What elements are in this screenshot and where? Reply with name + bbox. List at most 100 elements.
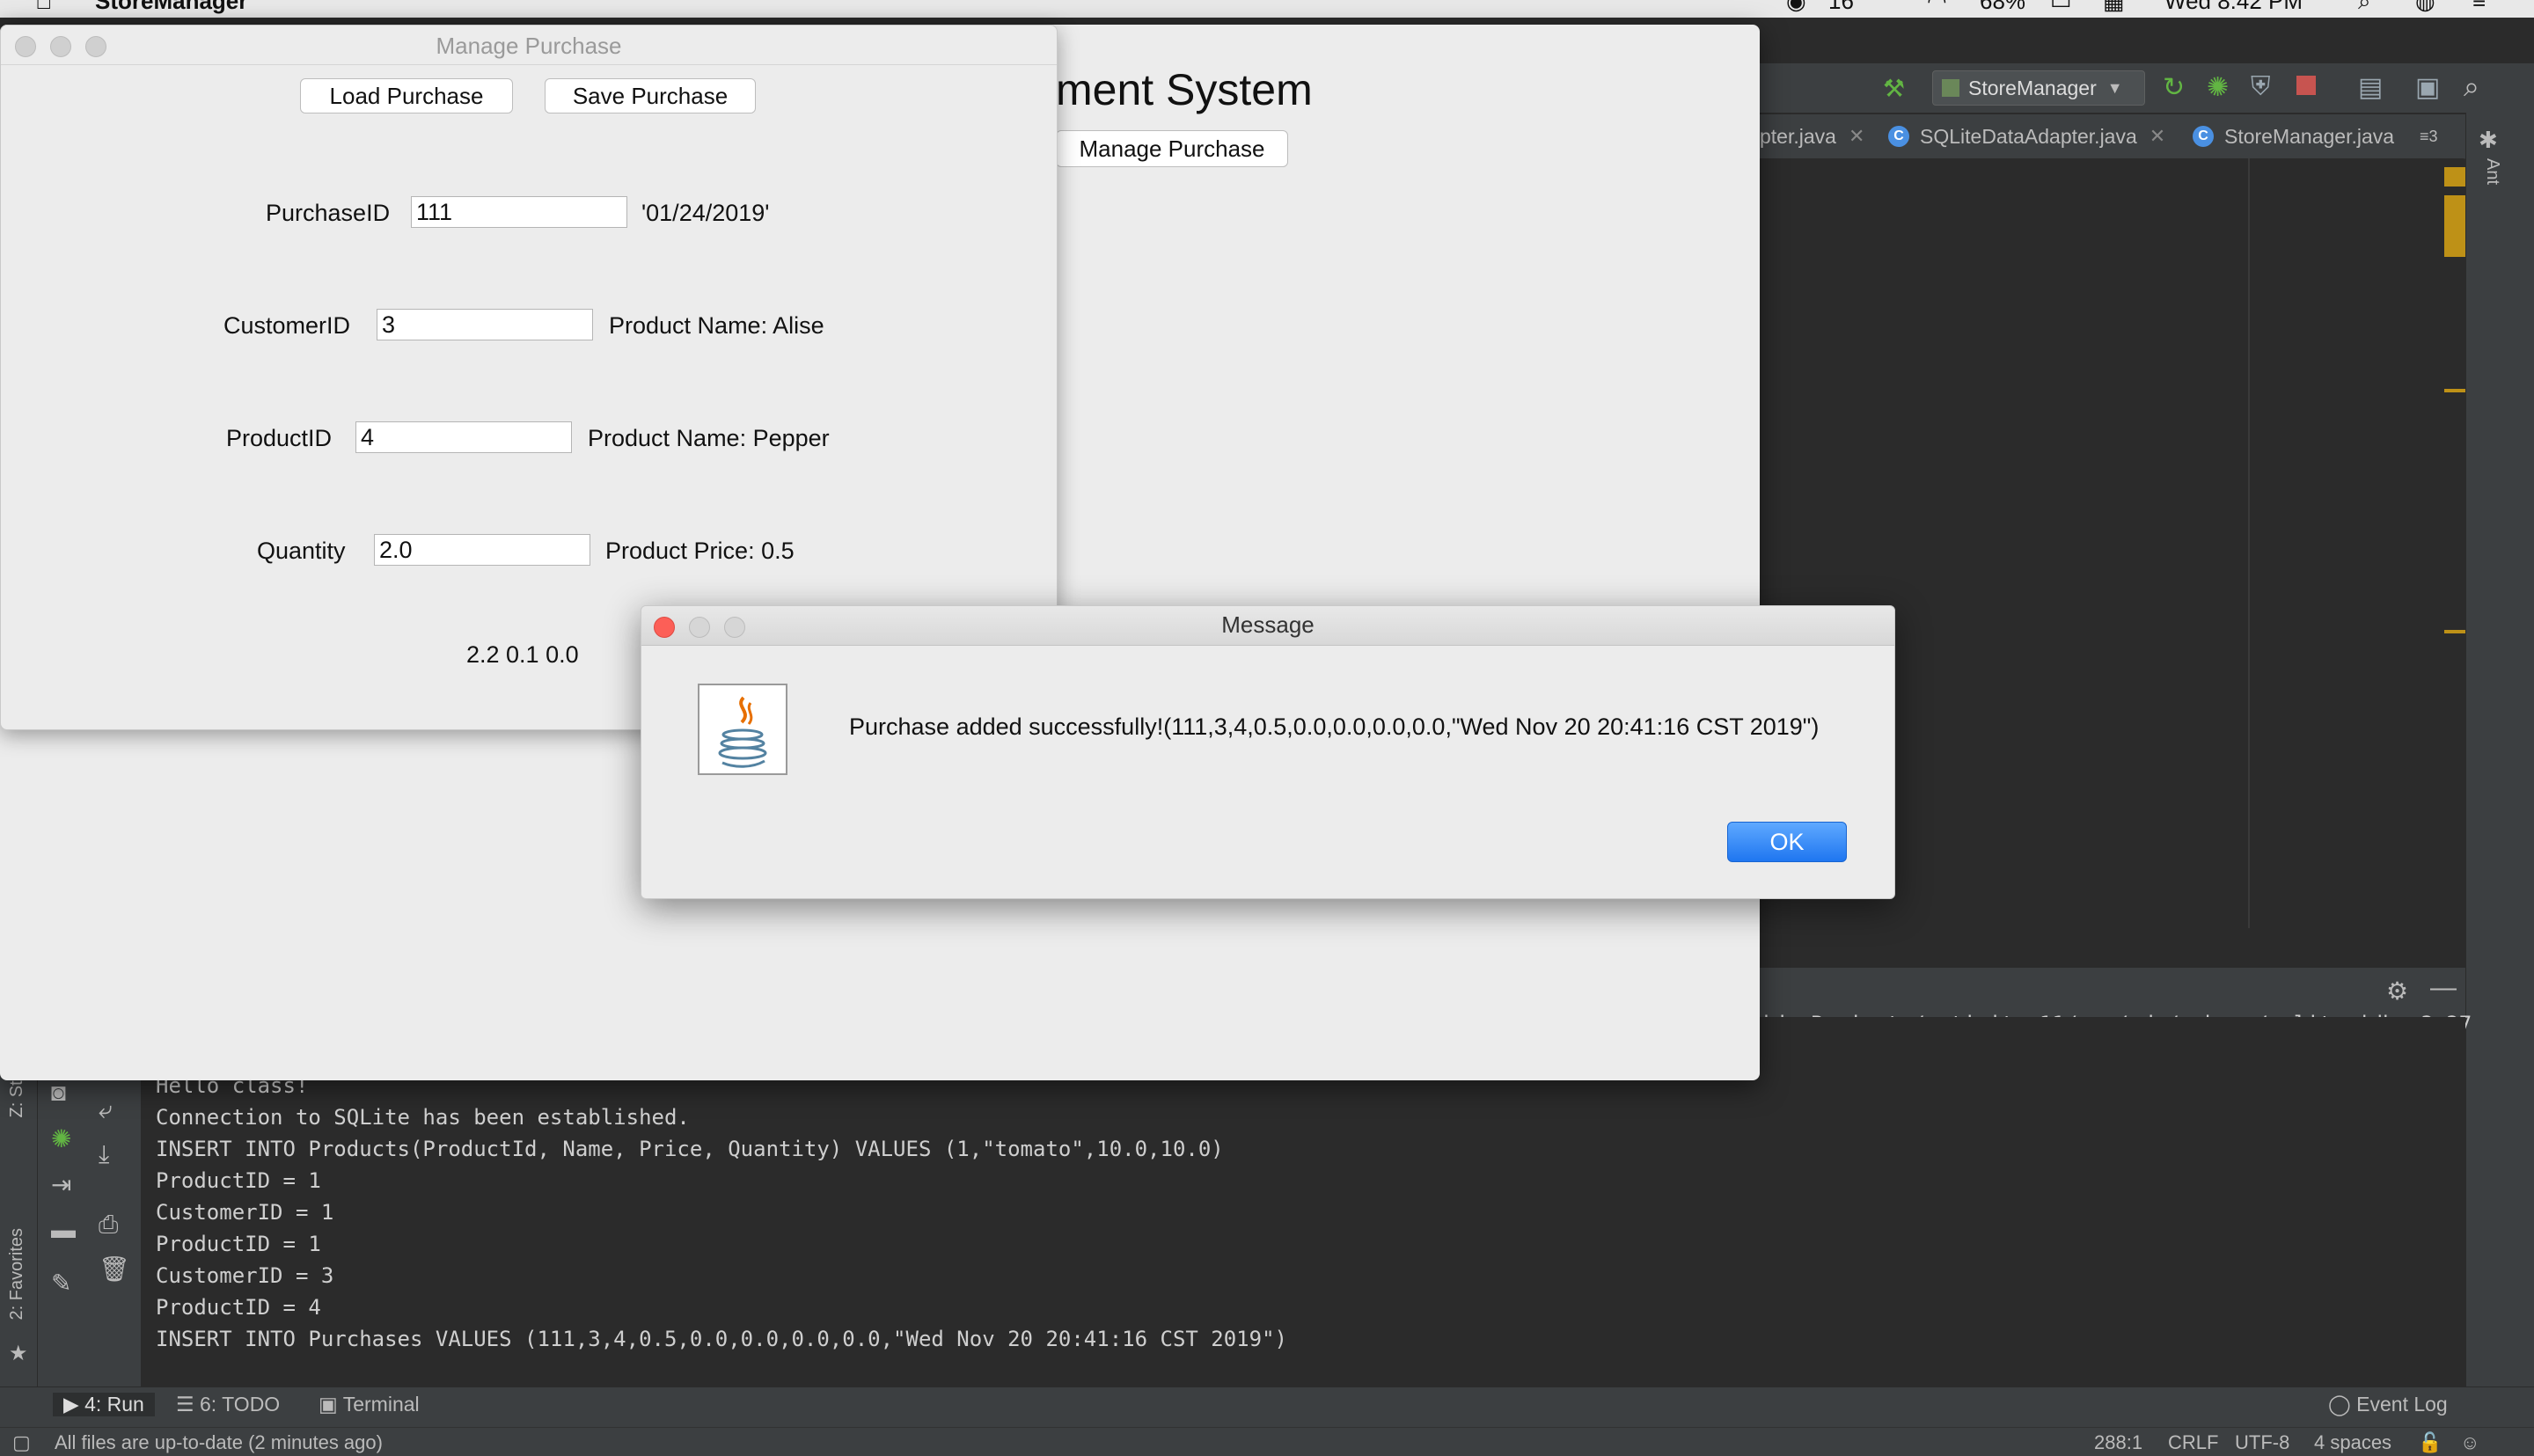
- customer-id-field[interactable]: 3: [377, 309, 593, 340]
- message-dialog-titlebar[interactable]: Message: [641, 606, 1894, 646]
- tab-terminal-label: Terminal: [342, 1393, 420, 1416]
- close-icon[interactable]: ✕: [2150, 125, 2165, 148]
- wechat-count: 16: [1828, 0, 1854, 14]
- speech-bubble-icon: ◯: [2328, 1393, 2357, 1416]
- chevron-down-icon: ▼: [2106, 78, 2123, 97]
- flag-icon[interactable]: ▦: [2103, 0, 2125, 15]
- run-config-icon: [1942, 79, 1959, 97]
- tab-event-log[interactable]: ◯ Event Log: [2328, 1393, 2448, 1416]
- status-message[interactable]: All files are up-to-date (2 minutes ago): [55, 1431, 383, 1454]
- warning-marker[interactable]: [2444, 167, 2467, 187]
- error-stripe[interactable]: [2437, 158, 2464, 928]
- status-bar: ▢ All files are up-to-date (2 minutes ag…: [0, 1427, 2534, 1456]
- message-dialog-title: Message: [1221, 611, 1315, 638]
- tab-sqlitedataadapter-java[interactable]: C SQLiteDataAdapter.java ✕: [1888, 121, 2165, 151]
- build-hammer-icon[interactable]: ⚒: [1883, 74, 1905, 103]
- terminal-window-icon[interactable]: ▣: [2415, 72, 2440, 103]
- menubar:  StoreManager ◉ 16 ◠ 68% ▭ ▦ Wed 8:42 P…: [0, 0, 2534, 18]
- search-everywhere-icon[interactable]: ⌕: [2464, 70, 2479, 104]
- bug-icon[interactable]: ✺: [51, 1124, 71, 1153]
- layout-icon[interactable]: ▬: [51, 1216, 76, 1244]
- list-icon: ☰: [176, 1393, 201, 1416]
- run-config-select[interactable]: StoreManager ▼: [1932, 70, 2145, 106]
- cost-summary-text: 2.2 0.1 0.0: [466, 641, 579, 668]
- project-structure-icon[interactable]: ▤: [2358, 72, 2383, 103]
- manage-purchase-button[interactable]: Manage Purchase: [1056, 130, 1288, 167]
- tab-storemanager-java[interactable]: C StoreManager.java: [2193, 121, 2394, 151]
- soft-wrap-icon[interactable]: ⤶: [99, 1096, 113, 1125]
- file-encoding[interactable]: UTF-8: [2235, 1431, 2289, 1454]
- tab-terminal[interactable]: ▣ Terminal: [319, 1393, 420, 1416]
- line-separator[interactable]: CRLF: [2168, 1431, 2218, 1454]
- caret-position[interactable]: 288:1: [2094, 1431, 2142, 1454]
- battery-icon[interactable]: ▭: [2050, 0, 2072, 15]
- side-tab-favorites[interactable]: 2: Favorites: [7, 1228, 27, 1320]
- customer-name-text: Product Name: Alise: [609, 312, 824, 339]
- console-line: INSERT INTO Products(ProductId, Name, Pr…: [156, 1137, 1224, 1161]
- tab-label: StoreManager.java: [2224, 124, 2395, 148]
- notification-center-icon[interactable]: ≡: [2472, 0, 2486, 15]
- menubar-app-name[interactable]: StoreManager: [95, 0, 247, 15]
- rerun-icon[interactable]: ↻: [2163, 72, 2185, 103]
- tab-label: SQLiteDataAdapter.java: [1920, 124, 2137, 148]
- load-purchase-button[interactable]: Load Purchase: [300, 78, 513, 113]
- spotlight-icon[interactable]: ⌕: [2358, 0, 2371, 16]
- wifi-icon[interactable]: ◠: [1927, 0, 1947, 15]
- ant-icon[interactable]: ✱: [2479, 127, 2498, 154]
- stop-icon[interactable]: [2296, 76, 2316, 95]
- main-window-heading: ment System: [1056, 65, 1313, 114]
- console-line: Connection to SQLite has been establishe…: [156, 1105, 690, 1130]
- tab-overflow-menu[interactable]: ≡3: [2420, 121, 2438, 151]
- gear-icon[interactable]: ⚙: [2386, 977, 2408, 1006]
- quantity-field[interactable]: 2.0: [374, 534, 590, 566]
- class-icon: C: [2193, 126, 2214, 147]
- debug-icon[interactable]: ✺: [2207, 72, 2229, 103]
- purchase-id-label: PurchaseID: [266, 200, 391, 226]
- minimize-icon[interactable]: —: [2430, 973, 2457, 1003]
- camera-icon[interactable]: ◙: [51, 1079, 66, 1107]
- print-icon[interactable]: ⎙: [99, 1211, 118, 1240]
- apple-icon[interactable]: : [35, 0, 53, 15]
- close-icon[interactable]: ✕: [1849, 125, 1864, 148]
- product-id-field[interactable]: 4: [355, 421, 572, 453]
- console-line: ProductID = 1: [156, 1232, 321, 1256]
- product-name-text: Product Name: Pepper: [588, 425, 830, 451]
- menubar-clock[interactable]: Wed 8:42 PM: [2164, 0, 2303, 15]
- exit-icon[interactable]: ⇥: [51, 1170, 71, 1199]
- inspector-icon[interactable]: ☺: [2460, 1431, 2479, 1454]
- warning-marker[interactable]: [2444, 195, 2467, 257]
- console-line: ProductID = 4: [156, 1295, 321, 1320]
- tab-todo[interactable]: ☰ 6: TODO: [176, 1393, 280, 1416]
- coverage-icon[interactable]: ⛨: [2251, 72, 2271, 102]
- warning-marker[interactable]: [2444, 389, 2467, 392]
- status-toggle-icon[interactable]: ▢: [12, 1431, 31, 1454]
- tab-adapter-java[interactable]: pter.java ✕: [1760, 121, 1864, 151]
- play-icon: ▶: [63, 1393, 85, 1416]
- indent-setting[interactable]: 4 spaces: [2314, 1431, 2391, 1454]
- lock-icon[interactable]: 🔓: [2418, 1431, 2442, 1454]
- purchase-id-field[interactable]: 111: [411, 196, 627, 228]
- ant-tool-label[interactable]: Ant: [2482, 158, 2502, 185]
- save-purchase-button[interactable]: Save Purchase: [545, 78, 756, 113]
- console-line: CustomerID = 1: [156, 1200, 334, 1225]
- message-dialog: Message Purchase added successfully!(111…: [641, 605, 1895, 899]
- warning-marker[interactable]: [2444, 630, 2467, 633]
- pin-icon[interactable]: ✎: [51, 1269, 71, 1298]
- scroll-to-end-icon[interactable]: ⤓: [99, 1140, 109, 1169]
- tab-run[interactable]: ▶ 4: Run: [53, 1393, 155, 1416]
- manage-purchase-titlebar[interactable]: Manage Purchase: [1, 26, 1057, 65]
- star-icon[interactable]: ★: [9, 1341, 28, 1366]
- wechat-icon[interactable]: ◉: [1786, 0, 1806, 15]
- right-tool-rail: ✱ Ant: [2465, 113, 2534, 1455]
- product-id-label: ProductID: [226, 425, 333, 451]
- tab-event-log-label: Event Log: [2356, 1393, 2448, 1416]
- java-logo-icon: [698, 684, 787, 775]
- siri-icon[interactable]: ◍: [2415, 0, 2435, 15]
- battery-percent: 68%: [1980, 0, 2026, 14]
- tab-todo-label: 6: TODO: [200, 1393, 281, 1416]
- customer-id-label: CustomerID: [223, 312, 351, 339]
- ok-button[interactable]: OK: [1727, 822, 1847, 862]
- quantity-label: Quantity: [257, 538, 346, 564]
- bottom-tool-tabs: ▶ 4: Run ☰ 6: TODO ▣ Terminal ◯ Event Lo…: [0, 1386, 2534, 1428]
- trash-icon[interactable]: 🗑: [99, 1255, 130, 1284]
